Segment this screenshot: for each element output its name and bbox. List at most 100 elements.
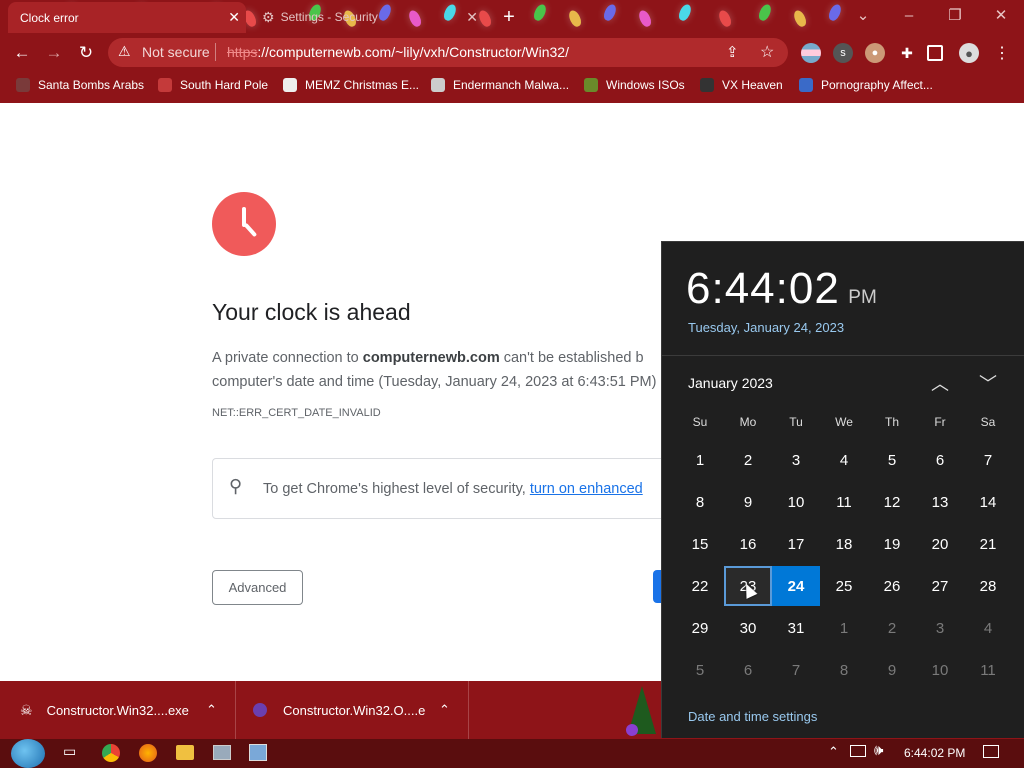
chevron-up-icon[interactable]: ⌃ xyxy=(206,702,217,718)
tray-chevron-icon[interactable]: ⌃ xyxy=(828,744,839,760)
calendar-day[interactable]: 14 xyxy=(964,482,1012,522)
chevron-up-icon[interactable]: ⌃ xyxy=(439,702,450,718)
calendar-day[interactable]: 25 xyxy=(820,566,868,606)
puzzle-extensions-icon[interactable]: ✚ xyxy=(897,43,917,63)
month-label[interactable]: January 2023 xyxy=(688,375,773,391)
chevron-up-icon[interactable]: ︿ xyxy=(928,370,952,394)
network-icon[interactable] xyxy=(850,745,866,757)
calendar-day[interactable]: 16 xyxy=(724,524,772,564)
s-extension-icon[interactable]: s xyxy=(833,43,853,63)
calendar-day[interactable]: 13 xyxy=(916,482,964,522)
calendar-day[interactable]: 2 xyxy=(868,608,916,648)
bookmark-item[interactable]: Santa Bombs Arabs xyxy=(16,75,144,95)
tab-title: Settings - Security xyxy=(280,10,378,24)
computer-taskbar-icon[interactable] xyxy=(213,745,231,760)
calendar-day[interactable]: 3 xyxy=(916,608,964,648)
close-icon[interactable]: ✕ xyxy=(466,9,478,26)
calendar-day[interactable]: 3 xyxy=(772,440,820,480)
date-link[interactable]: Tuesday, January 24, 2023 xyxy=(688,320,844,335)
bookmark-item[interactable]: Pornography Affect... xyxy=(799,75,933,95)
notification-icon[interactable] xyxy=(983,745,999,758)
chrome-taskbar-icon[interactable] xyxy=(102,744,120,762)
calendar-day[interactable]: 28 xyxy=(964,566,1012,606)
calendar-day[interactable]: 19 xyxy=(868,524,916,564)
bookmark-item[interactable]: Windows ISOs xyxy=(584,75,685,95)
calendar-day[interactable]: 17 xyxy=(772,524,820,564)
close-icon[interactable]: ✕ xyxy=(228,9,240,26)
calendar-day[interactable]: 4 xyxy=(964,608,1012,648)
download-item-1[interactable]: ☠ Constructor.Win32....exe ⌃ xyxy=(0,681,236,739)
calendar-day[interactable]: 21 xyxy=(964,524,1012,564)
calendar-day[interactable]: 18 xyxy=(820,524,868,564)
calendar-day[interactable]: 8 xyxy=(676,482,724,522)
bookmark-item[interactable]: VX Heaven xyxy=(700,75,783,95)
calendar-day[interactable]: 22 xyxy=(676,566,724,606)
tip-text: To get Chrome's highest level of securit… xyxy=(263,481,643,497)
date-time-settings-link[interactable]: Date and time settings xyxy=(688,709,817,724)
calendar-day[interactable]: 12 xyxy=(868,482,916,522)
bookmark-item[interactable]: MEMZ Christmas E... xyxy=(283,75,419,95)
bookmark-star-icon[interactable]: ☆ xyxy=(760,42,774,62)
calendar-day[interactable]: 29 xyxy=(676,608,724,648)
calendar-day[interactable]: 9 xyxy=(724,482,772,522)
file-explorer-icon[interactable] xyxy=(176,745,194,760)
start-button[interactable] xyxy=(11,739,45,768)
task-view-icon[interactable]: ▭ xyxy=(63,743,81,761)
calendar-day[interactable]: 10 xyxy=(916,650,964,690)
calendar-day[interactable]: 31 xyxy=(772,608,820,648)
calendar-day[interactable]: 6 xyxy=(916,440,964,480)
calendar-day[interactable]: 26 xyxy=(868,566,916,606)
calendar-day[interactable]: 5 xyxy=(676,650,724,690)
profile-avatar[interactable]: ● xyxy=(959,43,979,63)
calendar-day[interactable]: 20 xyxy=(916,524,964,564)
back-button[interactable]: ← xyxy=(8,40,36,66)
enhanced-protection-link[interactable]: turn on enhanced xyxy=(530,481,643,497)
restore-button[interactable]: ❐ xyxy=(932,0,978,30)
volume-icon[interactable]: 🕪 xyxy=(874,742,883,759)
tab-clock-error[interactable]: Clock error ✕ xyxy=(8,2,246,33)
calendar-day[interactable]: 1 xyxy=(820,608,868,648)
calendar-day[interactable]: 30 xyxy=(724,608,772,648)
calendar-day[interactable]: 5 xyxy=(868,440,916,480)
forward-button[interactable]: → xyxy=(40,40,68,66)
address-bar[interactable]: ⚠ Not secure https://computernewb.com/~l… xyxy=(108,38,788,67)
chevron-down-icon[interactable]: ﹀ xyxy=(976,370,1000,394)
menu-kebab-icon[interactable]: ⋮ xyxy=(992,43,1012,63)
taskbar-clock[interactable]: 6:44:02 PM xyxy=(904,746,965,760)
new-tab-button[interactable]: + xyxy=(495,4,523,30)
tab-settings-security[interactable]: ⚙ Settings - Security ✕ xyxy=(256,0,486,34)
page-title: Your clock is ahead xyxy=(212,299,411,325)
calendar-day[interactable]: 10 xyxy=(772,482,820,522)
firefox-taskbar-icon[interactable] xyxy=(139,744,157,762)
bookmark-item[interactable]: South Hard Pole xyxy=(158,75,268,95)
calendar-day[interactable]: 9 xyxy=(868,650,916,690)
calendar-day[interactable]: 6 xyxy=(724,650,772,690)
app-taskbar-icon[interactable] xyxy=(249,744,267,761)
bookmark-label: MEMZ Christmas E... xyxy=(305,78,420,92)
tab-search-button[interactable]: ⌄ xyxy=(840,0,886,30)
calendar-day[interactable]: 15 xyxy=(676,524,724,564)
url-text[interactable]: https://computernewb.com/~lily/vxh/Const… xyxy=(227,44,569,60)
calendar-day[interactable]: 7 xyxy=(964,440,1012,480)
share-icon[interactable]: ⇪ xyxy=(726,43,739,61)
calendar-day[interactable]: 11 xyxy=(820,482,868,522)
reload-button[interactable]: ↻ xyxy=(72,40,100,66)
close-window-button[interactable]: ✕ xyxy=(978,0,1024,30)
calendar-day[interactable]: 8 xyxy=(820,650,868,690)
calendar-day[interactable]: 7 xyxy=(772,650,820,690)
avatar-extension-icon[interactable]: ● xyxy=(865,43,885,63)
calendar-day[interactable]: 11 xyxy=(964,650,1012,690)
minimize-button[interactable]: – xyxy=(886,0,932,30)
calendar-day[interactable]: 24 xyxy=(772,566,820,606)
calendar-day[interactable]: 4 xyxy=(820,440,868,480)
calendar-day[interactable]: 1 xyxy=(676,440,724,480)
calendar-day[interactable]: 2 xyxy=(724,440,772,480)
flag-extension-icon[interactable] xyxy=(801,43,821,63)
error-description: A private connection to computernewb.com… xyxy=(212,346,672,394)
download-item-2[interactable]: Constructor.Win32.O....e ⌃ xyxy=(237,681,469,739)
bookmark-item[interactable]: Endermanch Malwa... xyxy=(431,75,569,95)
advanced-button[interactable]: Advanced xyxy=(212,570,303,605)
side-panel-icon[interactable] xyxy=(927,45,943,61)
not-secure-label[interactable]: Not secure xyxy=(142,44,210,60)
calendar-day[interactable]: 27 xyxy=(916,566,964,606)
